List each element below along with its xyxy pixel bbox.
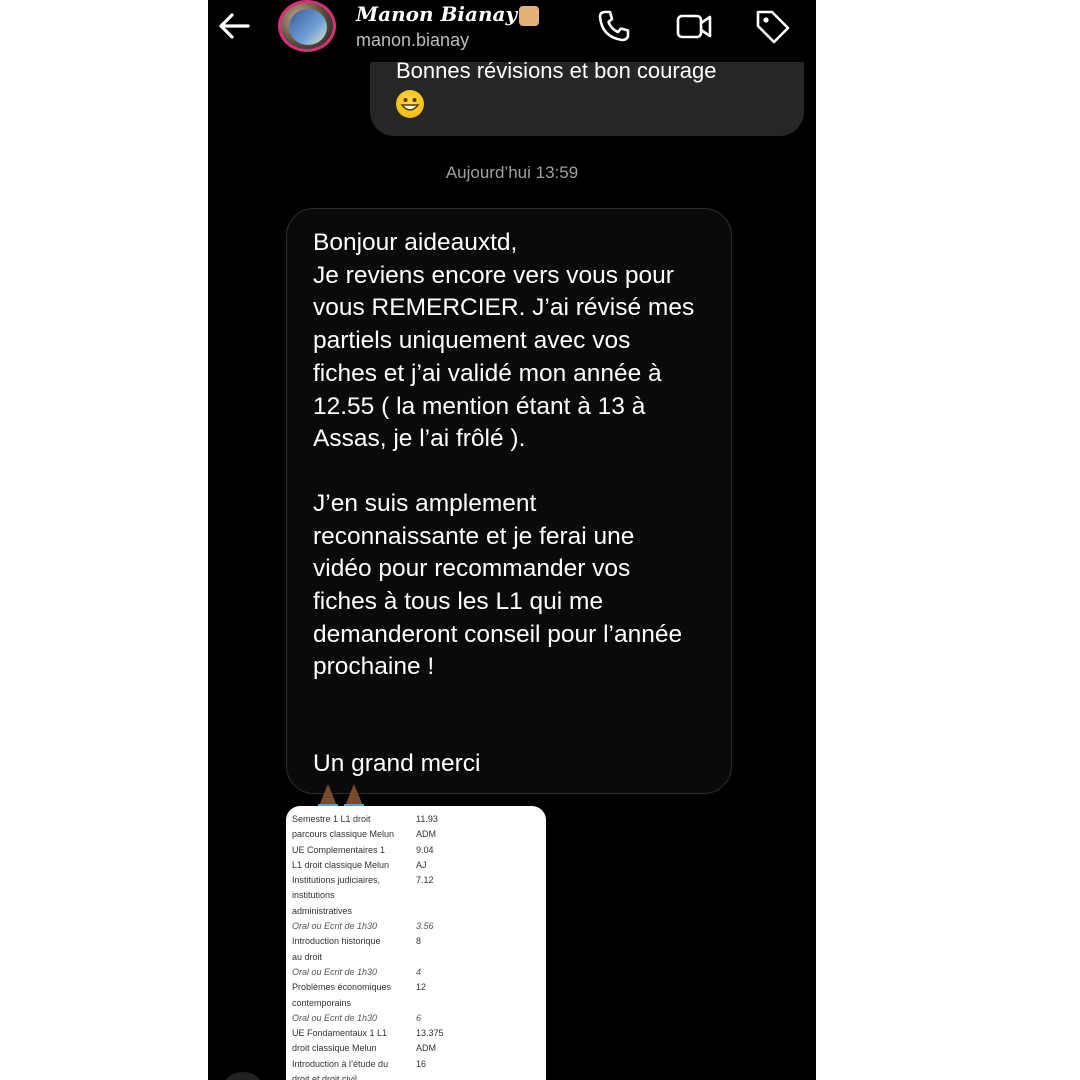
table-row: Introduction historique 8 [292,934,444,949]
grade-label: au droit [292,951,323,962]
grade-value: 16 [416,1058,427,1069]
table-row: Oral ou Ecrit de 1h30 4 [292,965,444,980]
grade-value: 12 [416,982,427,993]
message-closing: Un grand merci [313,748,733,813]
table-row: contemporains [292,996,444,1011]
arrow-left-icon[interactable] [214,8,254,44]
grade-value: 13.375 [416,1028,444,1039]
table-row: Introduction à l’étude du 16 [292,1057,444,1072]
table-row: parcours classique Melun ADM [292,827,444,842]
grade-label: administratives [292,905,353,916]
avatar[interactable] [278,0,336,52]
grade-label: Semestre 1 L1 droit [292,814,371,824]
grade-label: contemporains [292,997,352,1008]
grade-value: 3.56 [416,921,434,932]
table-row: au droit [292,950,444,965]
grade-label: institutions [292,890,335,901]
message-timestamp: Aujourd’hui 13:59 [445,163,579,182]
contact-username: manon.bianay [356,30,470,50]
table-row: Problèmes économiques 12 [292,980,444,995]
grade-label: Introduction à l’étude du [292,1058,389,1069]
grade-label: Oral ou Ecrit de 1h30 [292,1012,378,1023]
video-camera-icon[interactable] [674,6,714,46]
table-row: droit classique Melun ADM [292,1041,444,1056]
grade-label: droit et droit civil [292,1074,358,1080]
grade-label: Problèmes économiques [292,982,392,993]
table-row: UE Fondamentaux 1 L1 13.375 [292,1026,444,1041]
grade-label: droit classique Melun [292,1043,377,1054]
grade-label: Introduction historique [292,936,381,947]
grades-image-attachment[interactable]: Semestre 1 L1 droit 11.93 parcours classiq… [286,806,546,1080]
grade-value: 9.04 [416,844,434,855]
table-row: Oral ou Ecrit de 1h30 3.56 [292,919,444,934]
table-row: L1 droit classique Melun AJ [292,858,444,873]
phone-icon[interactable] [594,6,634,46]
table-row: UE Complementaires 1 9.04 [292,843,444,858]
message-paragraph: Bonjour aideauxtd, Je reviens encore ver… [313,229,695,453]
contact-name[interactable]: Manon Bianay [356,2,540,26]
grade-value [416,950,444,965]
grade-value: 6 [416,1012,422,1023]
table-row: Semestre 1 L1 droit 11.93 [292,812,444,827]
grade-value: 7.12 [416,875,434,886]
table-row: administratives [292,904,444,919]
table-row: Institutions judiciaires, 7.12 [292,873,444,888]
grade-label: UE Complementaires 1 [292,844,386,855]
folded-hands-emoji [344,783,364,808]
grades-table: Semestre 1 L1 droit 11.93 parcours classiq… [292,812,444,1080]
grade-value: ADM [416,1043,436,1054]
grade-value [416,1072,444,1080]
grade-label: Institutions judiciaires, [292,875,381,886]
grade-value: ADM [416,829,436,840]
grade-value: AJ [416,859,427,870]
grade-value: 11.93 [416,814,438,824]
grade-value: 8 [416,936,422,947]
grade-value: 4 [416,966,422,977]
table-row: Oral ou Ecrit de 1h30 6 [292,1011,444,1026]
tag-icon[interactable] [752,6,792,46]
grade-value [416,996,444,1011]
avatar [226,1072,260,1080]
grade-label: Oral ou Ecrit de 1h30 [292,966,378,977]
received-message-bubble[interactable]: Bonjour aideauxtd, Je reviens encore ver… [286,208,732,808]
grinning-face-emoji [396,90,424,118]
grade-label: Oral ou Ecrit de 1h30 [292,921,378,932]
person-emoji [519,5,540,26]
chat-screen: Bonnes révisions et bon courage Manon Bi… [208,0,816,1080]
grade-value [416,888,444,903]
chat-header: Manon Bianay manon.bianay [208,0,816,62]
table-row: droit et droit civil [292,1072,444,1080]
grade-label: L1 droit classique Melun [292,859,390,870]
message-paragraph: J’en suis amplement reconnaissante et je… [313,489,683,681]
grade-value [416,904,444,919]
grade-label: parcours classique Melun [292,829,395,840]
folded-hands-emoji [318,783,338,808]
table-row: institutions [292,888,444,903]
grade-label: UE Fondamentaux 1 L1 [292,1028,388,1039]
